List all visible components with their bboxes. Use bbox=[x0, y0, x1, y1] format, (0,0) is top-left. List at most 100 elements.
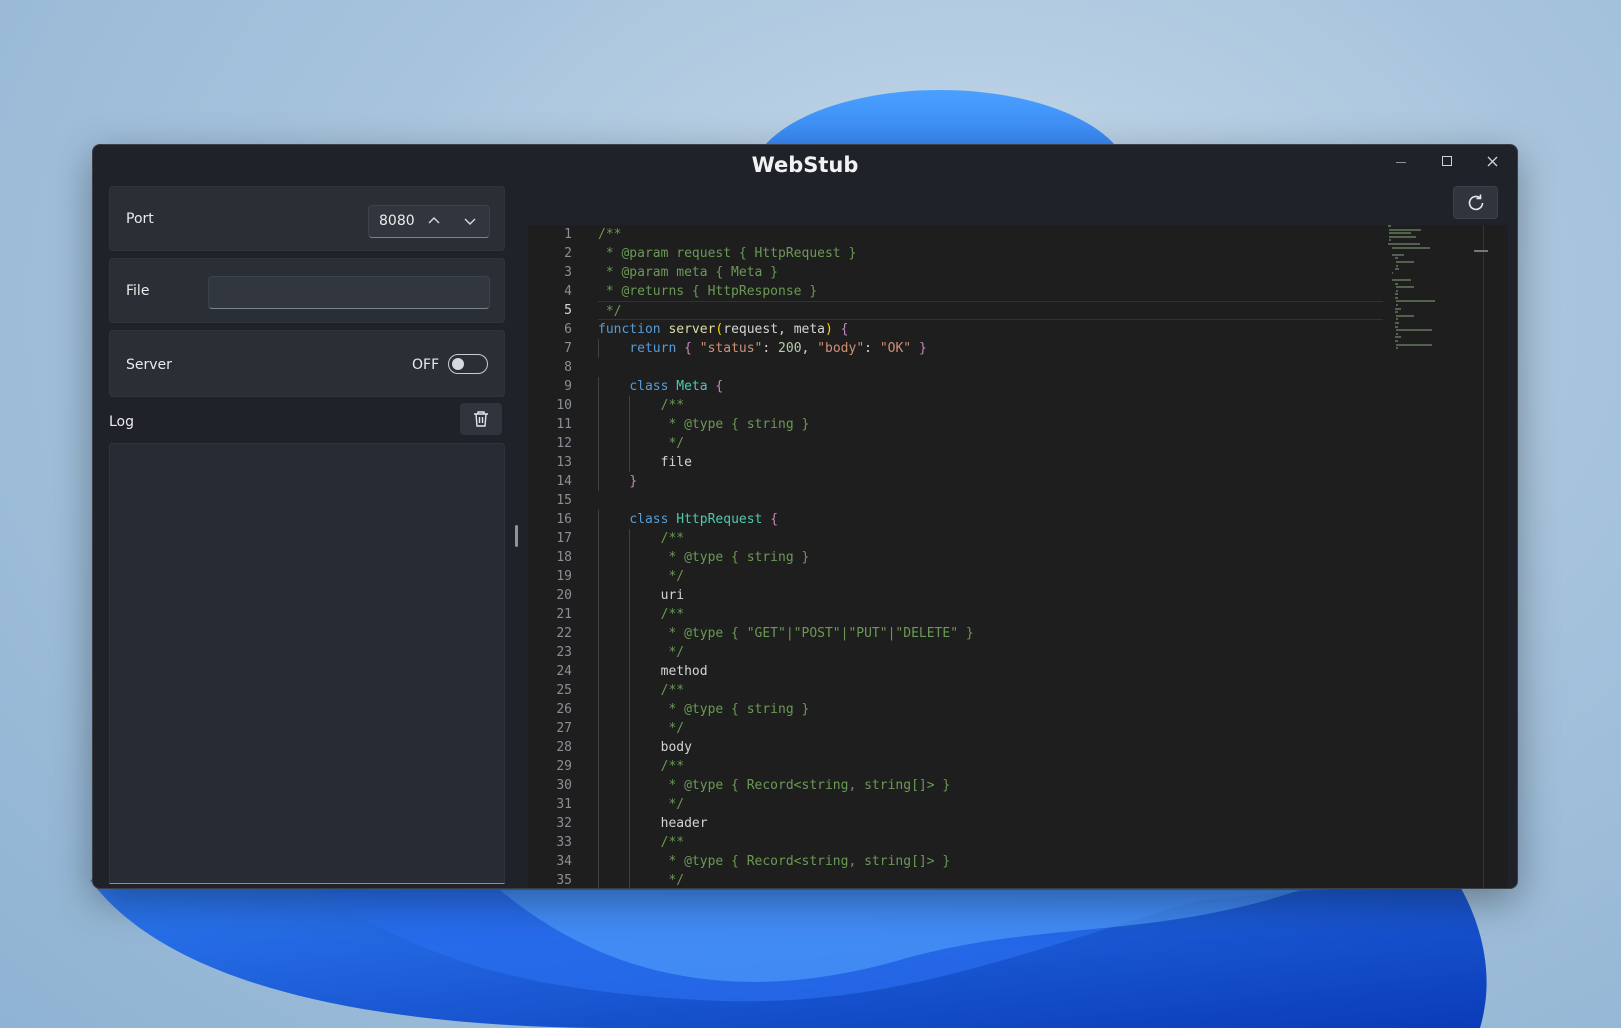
code-line[interactable]: */ bbox=[598, 719, 1383, 738]
code-line[interactable]: * @type { Record<string, string[]> } bbox=[598, 852, 1383, 871]
indent-guide bbox=[598, 795, 599, 814]
code-line[interactable]: * @returns { HttpResponse } bbox=[598, 282, 1383, 301]
indent-guide bbox=[598, 377, 599, 396]
minimap-line bbox=[1396, 314, 1415, 317]
indent-guide bbox=[629, 852, 631, 871]
code-line[interactable]: header bbox=[598, 814, 1383, 833]
scrollbar-thumb[interactable] bbox=[1474, 250, 1488, 252]
indent-guide bbox=[598, 434, 599, 453]
server-state-label: OFF bbox=[412, 357, 440, 373]
close-button[interactable] bbox=[1469, 145, 1515, 177]
line-number: 10 bbox=[556, 398, 572, 413]
code-line[interactable]: class HttpRequest { bbox=[598, 510, 1383, 529]
line-number: 18 bbox=[556, 550, 572, 565]
app-window: WebStub Port 8080 File Server OFF Log 1 … bbox=[92, 144, 1518, 889]
indent-guide bbox=[629, 586, 631, 605]
line-number: 33 bbox=[556, 835, 572, 850]
clear-log-button[interactable] bbox=[460, 403, 502, 435]
code-line[interactable]: * @type { "GET"|"POST"|"PUT"|"DELETE" } bbox=[598, 624, 1383, 643]
minimap-line bbox=[1396, 332, 1399, 335]
code-line[interactable]: /** bbox=[598, 396, 1383, 415]
code-line[interactable]: return { "status": 200, "body": "OK" } bbox=[598, 339, 1383, 358]
code-line[interactable]: file bbox=[598, 453, 1383, 472]
code-line[interactable]: */ bbox=[598, 795, 1383, 814]
indent-guide bbox=[629, 776, 631, 795]
line-number: 6 bbox=[564, 322, 572, 337]
indent-guide bbox=[629, 529, 631, 548]
code-line[interactable]: /** bbox=[598, 681, 1383, 700]
line-number: 30 bbox=[556, 778, 572, 793]
line-number: 17 bbox=[556, 531, 572, 546]
code-line[interactable]: method bbox=[598, 662, 1383, 681]
maximize-button[interactable] bbox=[1424, 145, 1470, 177]
file-input[interactable] bbox=[208, 276, 490, 309]
code-line[interactable]: * @type { string } bbox=[598, 415, 1383, 434]
code-line[interactable]: */ bbox=[598, 643, 1383, 662]
port-stepper[interactable]: 8080 bbox=[368, 205, 490, 238]
indent-guide bbox=[629, 719, 631, 738]
editor-minimap[interactable] bbox=[1388, 225, 1448, 355]
code-area[interactable]: /** * @param request { HttpRequest } * @… bbox=[598, 225, 1383, 888]
port-value[interactable]: 8080 bbox=[379, 213, 415, 229]
indent-guide bbox=[629, 396, 631, 415]
code-line[interactable]: * @param request { HttpRequest } bbox=[598, 244, 1383, 263]
minimap-line bbox=[1395, 268, 1400, 271]
line-number: 35 bbox=[556, 873, 572, 888]
minimap-line bbox=[1396, 318, 1399, 321]
chevron-down-icon[interactable] bbox=[462, 213, 478, 229]
editor-scrollbar[interactable] bbox=[1483, 225, 1484, 888]
pane-splitter[interactable] bbox=[515, 525, 518, 547]
indent-guide bbox=[629, 795, 631, 814]
minimize-button[interactable] bbox=[1378, 145, 1424, 177]
code-line[interactable]: /** bbox=[598, 529, 1383, 548]
minimap-line bbox=[1388, 232, 1411, 235]
code-line[interactable]: /** bbox=[598, 757, 1383, 776]
line-number: 3 bbox=[564, 265, 572, 280]
server-toggle[interactable] bbox=[448, 354, 488, 374]
code-line[interactable]: */ bbox=[598, 301, 1383, 320]
chevron-up-icon[interactable] bbox=[426, 213, 442, 229]
line-number: 19 bbox=[556, 569, 572, 584]
code-editor[interactable]: 1 2 3 4 5 6 7 8 9 10 11 12 13 14 15 16 17 18 19 20 21 22 23 24 2… bbox=[528, 225, 1508, 888]
port-label: Port bbox=[126, 211, 154, 227]
code-line[interactable]: */ bbox=[598, 871, 1383, 888]
code-line[interactable]: body bbox=[598, 738, 1383, 757]
indent-guide bbox=[629, 700, 631, 719]
minimap-line bbox=[1396, 264, 1399, 267]
code-line[interactable]: class Meta { bbox=[598, 377, 1383, 396]
line-number: 1 bbox=[564, 227, 572, 242]
code-line[interactable]: */ bbox=[598, 567, 1383, 586]
code-line[interactable]: function server(request, meta) { bbox=[598, 320, 1383, 339]
code-line[interactable]: * @type { string } bbox=[598, 548, 1383, 567]
server-label: Server bbox=[126, 357, 172, 373]
line-number: 14 bbox=[556, 474, 572, 489]
line-number: 25 bbox=[556, 683, 572, 698]
minimap-line bbox=[1396, 304, 1399, 307]
code-line[interactable]: */ bbox=[598, 434, 1383, 453]
file-label: File bbox=[126, 283, 150, 299]
code-line[interactable]: * @type { Record<string, string[]> } bbox=[598, 776, 1383, 795]
code-line[interactable] bbox=[598, 358, 1383, 377]
indent-guide bbox=[629, 548, 631, 567]
code-line[interactable]: uri bbox=[598, 586, 1383, 605]
line-number: 21 bbox=[556, 607, 572, 622]
minimap-line bbox=[1388, 242, 1420, 245]
code-line[interactable]: /** bbox=[598, 833, 1383, 852]
minimap-line bbox=[1395, 322, 1400, 325]
code-line[interactable] bbox=[598, 491, 1383, 510]
code-line[interactable]: /** bbox=[598, 605, 1383, 624]
indent-guide bbox=[598, 681, 599, 700]
code-line[interactable]: * @param meta { Meta } bbox=[598, 263, 1383, 282]
code-line[interactable]: * @type { string } bbox=[598, 700, 1383, 719]
window-title: WebStub bbox=[751, 153, 859, 177]
code-line[interactable]: /** bbox=[598, 225, 1383, 244]
refresh-button[interactable] bbox=[1453, 186, 1498, 219]
minimap-line bbox=[1396, 300, 1436, 303]
toggle-knob bbox=[452, 358, 464, 370]
code-line[interactable]: } bbox=[598, 472, 1383, 491]
indent-guide bbox=[598, 757, 599, 776]
line-number: 32 bbox=[556, 816, 572, 831]
log-output[interactable] bbox=[109, 443, 505, 884]
line-number: 31 bbox=[556, 797, 572, 812]
line-number: 23 bbox=[556, 645, 572, 660]
